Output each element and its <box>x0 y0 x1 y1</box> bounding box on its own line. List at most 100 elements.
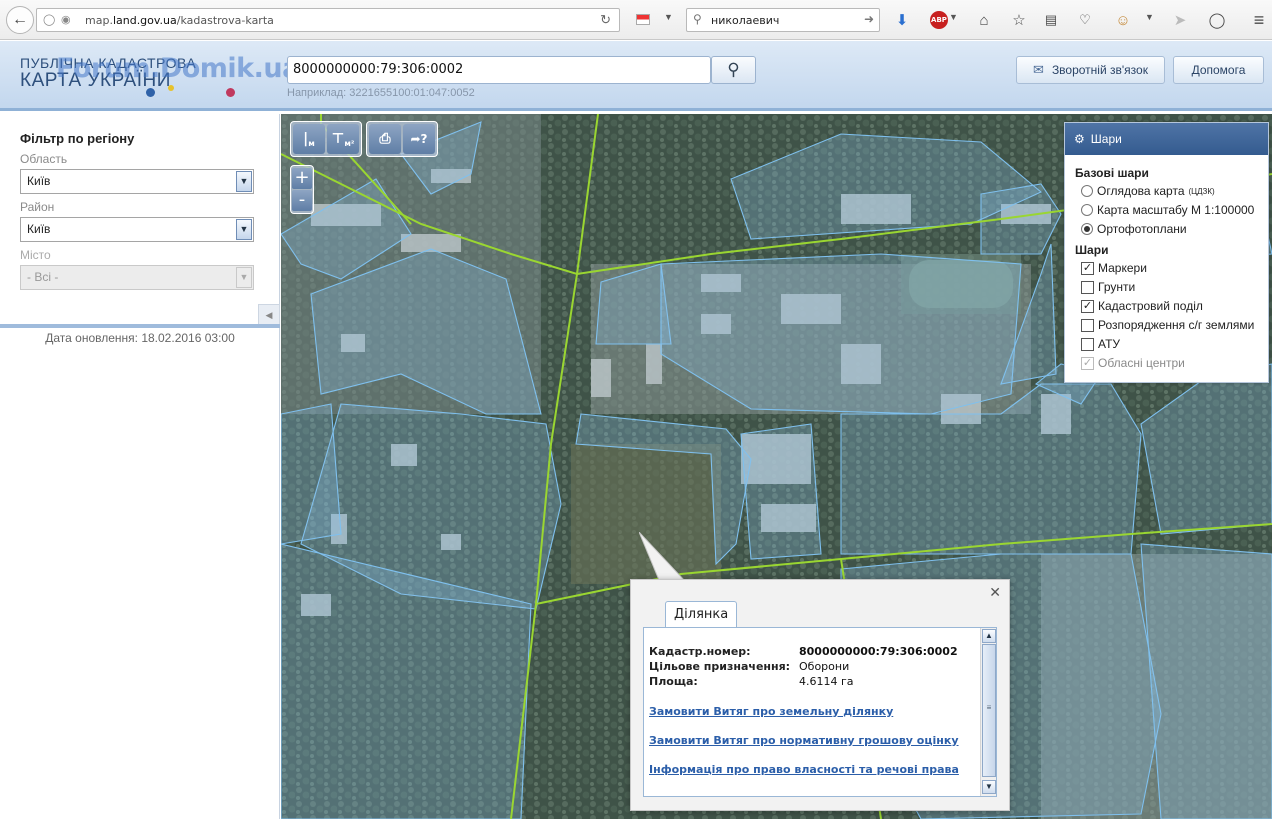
globe-icon[interactable]: ◉ <box>61 13 71 26</box>
print-button[interactable]: ⎙ <box>369 124 401 154</box>
raion-label: Район <box>20 200 55 214</box>
parcel-info: Кадастр.номер: 8000000000:79:306:0002 Ці… <box>643 627 997 797</box>
base-layer-overview[interactable]: Оглядова карта (ЦДЗК) <box>1081 184 1215 198</box>
chat-icon[interactable]: ◯ <box>1206 9 1228 31</box>
checkbox-checked-icon: ✓ <box>1081 356 1094 370</box>
download-icon[interactable]: ⬇ <box>891 9 913 31</box>
order-valuation-link[interactable]: Замовити Витяг про нормативну грошову оц… <box>649 734 959 747</box>
checkbox-icon[interactable] <box>1081 280 1094 294</box>
adblock-icon[interactable]: ABP <box>928 9 950 31</box>
feedback-label: Зворотній зв'язок <box>1051 63 1148 77</box>
radio-selected-icon[interactable] <box>1081 223 1093 235</box>
purpose-value: Оборони <box>799 660 850 673</box>
zoom-control: + - <box>290 165 314 214</box>
layer-atu[interactable]: АТУ <box>1081 337 1120 351</box>
layer-soils[interactable]: Грунти <box>1081 280 1135 294</box>
checkbox-checked-icon[interactable]: ✓ <box>1081 299 1094 313</box>
layers-panel: ⚙ Шари Базові шари Оглядова карта (ЦДЗК)… <box>1064 122 1269 383</box>
panel-divider <box>0 324 280 328</box>
update-date: Дата оновлення: 18.02.2016 03:00 <box>45 331 235 345</box>
map-toolbar: | м ⊤ м² ⎙ ➦? <box>290 121 438 157</box>
region-filter-panel: Фільтр по регіону Область Київ ▼ Район К… <box>0 114 280 819</box>
overlay-layers-title: Шари <box>1075 243 1109 257</box>
base-layer-label: Карта масштабу М 1:100000 <box>1097 203 1255 217</box>
parcel-popup: ✕ Ділянка Кадастр.номер: 8000000000:79:3… <box>630 579 1010 811</box>
search-example: Наприклад: 3221655100:01:047:0052 <box>287 87 475 99</box>
browser-toolbar: ← ◯ ◉ map.land.gov.ua/kadastrova-karta ↻… <box>0 0 1272 40</box>
layers-header[interactable]: ⚙ Шари <box>1065 123 1268 155</box>
base-layer-label: Ортофотоплани <box>1097 222 1187 236</box>
address-bar[interactable]: ◯ ◉ map.land.gov.ua/kadastrova-karta ↻ <box>36 8 620 32</box>
arrow-right-icon[interactable]: ➜ <box>864 12 874 26</box>
base-layer-scale-map[interactable]: Карта масштабу М 1:100000 <box>1081 203 1254 217</box>
browser-search-input[interactable]: ⚲ николаевич ➜ <box>686 8 880 32</box>
ownership-info-link[interactable]: Інформація про право власності та речові… <box>649 763 959 776</box>
url-text: map.land.gov.ua/kadastrova-karta <box>85 14 274 27</box>
chevron-down-icon[interactable]: ▼ <box>949 12 958 22</box>
cursor-question-icon: ➦? <box>410 132 428 146</box>
measure-area-button[interactable]: ⊤ м² <box>327 124 359 154</box>
layer-cadastral[interactable]: ✓ Кадастровий поділ <box>1081 299 1203 313</box>
chevron-down-icon[interactable]: ▼ <box>1145 12 1154 22</box>
order-extract-link[interactable]: Замовити Витяг про земельну ділянку <box>649 705 893 718</box>
radio-icon[interactable] <box>1081 204 1093 216</box>
measure-length-button[interactable]: | м <box>293 124 325 154</box>
checkbox-icon[interactable] <box>1081 337 1094 351</box>
misto-value: - Всі - <box>27 270 59 284</box>
purpose-key: Цільове призначення: <box>649 660 791 673</box>
send-icon[interactable]: ➤ <box>1169 9 1191 31</box>
search-button[interactable]: ⚲ <box>711 56 756 84</box>
flag-icon[interactable] <box>636 14 650 25</box>
popup-pointer <box>639 532 686 581</box>
bookmark-star-icon[interactable]: ☆ <box>1008 9 1030 31</box>
cadastre-key: Кадастр.номер: <box>649 645 751 658</box>
radio-icon[interactable] <box>1081 185 1093 197</box>
layer-label: Грунти <box>1098 280 1136 294</box>
reload-icon[interactable]: ↻ <box>600 12 611 28</box>
help-button[interactable]: Допомога <box>1173 56 1264 84</box>
pocket-icon[interactable]: ♡ <box>1074 9 1096 31</box>
feedback-button[interactable]: ✉ Зворотній зв'язок <box>1016 56 1165 84</box>
measure-area-unit: м² <box>344 138 355 148</box>
chevron-down-icon: ▼ <box>236 267 252 288</box>
checkbox-icon[interactable] <box>1081 318 1094 332</box>
avatar-icon[interactable]: ☺ <box>1112 9 1134 31</box>
area-key: Площа: <box>649 675 698 688</box>
popup-scrollbar[interactable]: ▲ ≡ ▼ <box>980 628 996 796</box>
layer-markers[interactable]: ✓ Маркери <box>1081 261 1147 275</box>
scroll-up-icon[interactable]: ▲ <box>982 629 996 643</box>
home-icon[interactable]: ⌂ <box>973 9 995 31</box>
identify-button[interactable]: ➦? <box>403 124 435 154</box>
cadastre-search-input[interactable]: 8000000000:79:306:0002 <box>287 56 711 84</box>
shield-icon[interactable]: ◯ <box>43 13 55 26</box>
layers-title: Шари <box>1090 132 1122 146</box>
chevron-down-icon[interactable]: ▼ <box>236 171 252 192</box>
close-icon[interactable]: ✕ <box>989 584 1001 601</box>
layer-label: Маркери <box>1098 261 1147 275</box>
zoom-out-button[interactable]: - <box>292 190 312 211</box>
chevron-down-icon[interactable]: ▼ <box>236 219 252 240</box>
checkbox-checked-icon[interactable]: ✓ <box>1081 261 1094 275</box>
map-canvas[interactable]: | м ⊤ м² ⎙ ➦? + - ⚙ Шари Базові шари Огляд… <box>281 114 1272 819</box>
back-icon[interactable]: ← <box>6 6 34 34</box>
search-icon: ⚲ <box>727 60 740 79</box>
printer-icon: ⎙ <box>379 131 391 147</box>
scroll-thumb[interactable]: ≡ <box>982 644 996 777</box>
scroll-down-icon[interactable]: ▼ <box>982 780 996 794</box>
menu-icon[interactable]: ≡ <box>1248 9 1270 31</box>
tab-parcel[interactable]: Ділянка <box>665 601 738 628</box>
browser-search-value: николаевич <box>711 14 780 27</box>
misto-label: Місто <box>20 248 51 262</box>
oblast-select[interactable]: Київ ▼ <box>20 169 254 194</box>
area-icon: ⊤ <box>331 131 345 147</box>
base-layer-orthophoto[interactable]: Ортофотоплани <box>1081 222 1187 236</box>
cadastre-value: 8000000000:79:306:0002 <box>799 645 958 658</box>
collapse-panel-button[interactable]: ◀ <box>258 304 280 326</box>
zoom-in-button[interactable]: + <box>292 168 312 189</box>
layer-agri-land[interactable]: Розпорядження с/г землями <box>1081 318 1254 332</box>
oblast-value: Київ <box>27 174 51 188</box>
reading-list-icon[interactable]: ▤ <box>1040 9 1062 31</box>
raion-select[interactable]: Київ ▼ <box>20 217 254 242</box>
chevron-down-icon[interactable]: ▼ <box>664 12 673 22</box>
misto-select: - Всі - ▼ <box>20 265 254 290</box>
